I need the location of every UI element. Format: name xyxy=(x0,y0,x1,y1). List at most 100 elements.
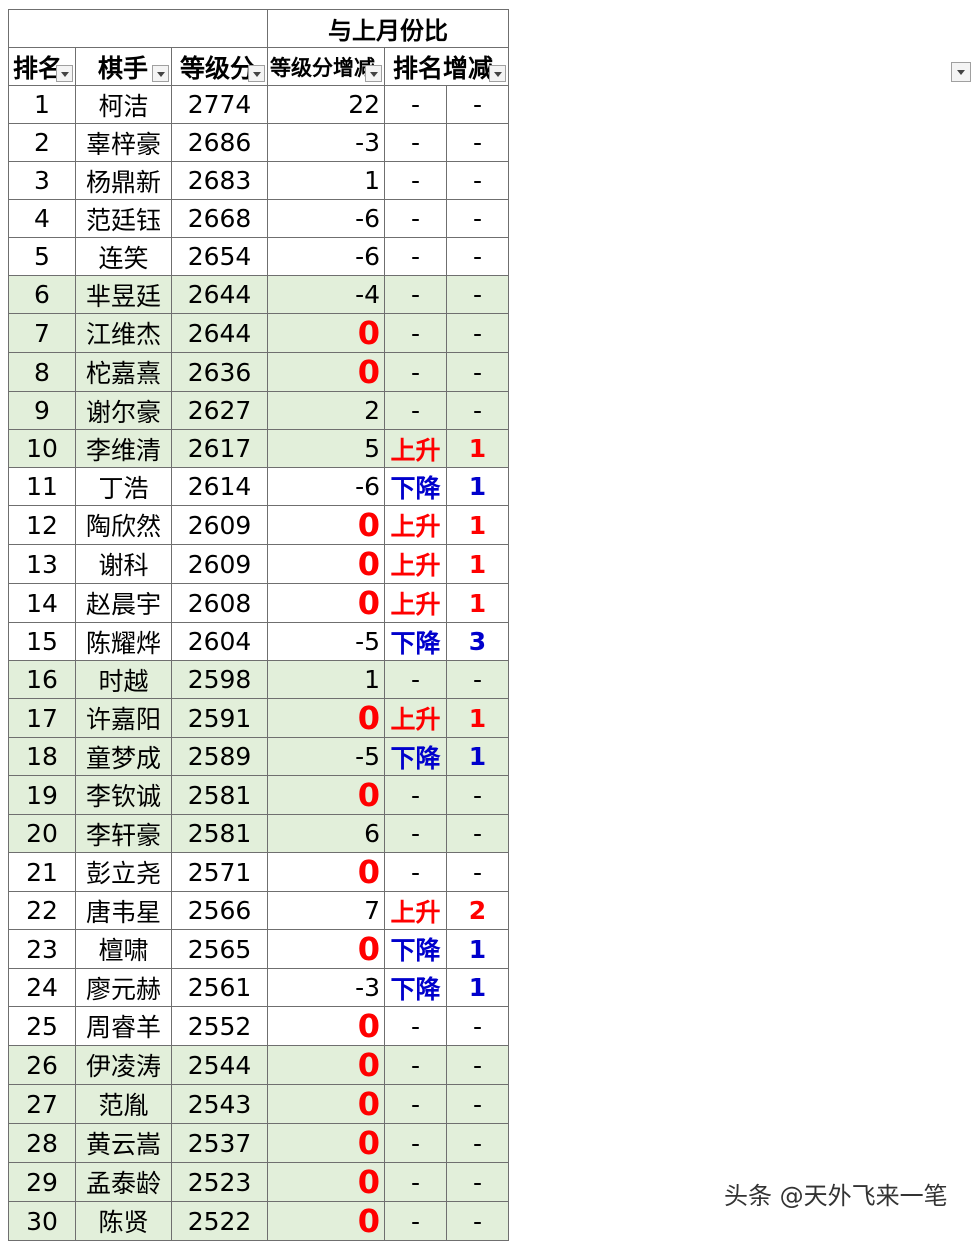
score-cell: 2537 xyxy=(171,1123,268,1163)
table-row: 8 柁嘉熹 2636 0- - xyxy=(8,352,509,392)
rank-direction-cell: 下降 xyxy=(384,929,447,969)
table-row: 9 谢尔豪 2627 2- - xyxy=(8,391,509,430)
score-change-cell: 0 xyxy=(267,852,385,892)
score-change-cell: -6 xyxy=(267,199,385,238)
score-change-cell: 0 xyxy=(267,1123,385,1163)
col-header-score-change: 等级分增减 xyxy=(267,47,385,86)
rank-change-cell: - xyxy=(446,275,509,314)
rank-direction-cell: - xyxy=(384,1201,447,1241)
score-change-cell: 0 xyxy=(267,505,385,545)
rank-direction-cell: 上升 xyxy=(384,698,447,738)
player-name-cell: 唐韦星 xyxy=(75,891,172,930)
score-change-cell: 0 xyxy=(267,544,385,584)
score-cell: 2566 xyxy=(171,891,268,930)
filter-dropdown-icon[interactable] xyxy=(56,65,73,82)
score-change-cell: 0 xyxy=(267,313,385,353)
player-name-cell: 范胤 xyxy=(75,1084,172,1124)
rank-cell: 20 xyxy=(8,814,76,853)
score-change-cell: 0 xyxy=(267,1006,385,1046)
player-name-cell: 赵晨宇 xyxy=(75,583,172,623)
rank-cell: 21 xyxy=(8,852,76,892)
player-name-cell: 陈耀烨 xyxy=(75,622,172,661)
rank-change-cell: - xyxy=(446,85,509,124)
col-header-score-change-label: 等级分增减 xyxy=(270,55,375,80)
rank-cell: 17 xyxy=(8,698,76,738)
rank-cell: 24 xyxy=(8,968,76,1007)
rank-direction-cell: - xyxy=(384,313,447,353)
col-header-rank-change-label: 排名增减 xyxy=(393,53,494,83)
score-cell: 2627 xyxy=(171,391,268,430)
filter-dropdown-icon[interactable] xyxy=(152,65,169,82)
player-name-cell: 辜梓豪 xyxy=(75,123,172,162)
score-change-cell: 0 xyxy=(267,1084,385,1124)
table-row: 25 周睿羊 2552 0- - xyxy=(8,1006,509,1046)
col-header-score: 等级分 xyxy=(171,47,268,86)
score-change-cell: 0 xyxy=(267,1201,385,1241)
rank-direction-cell: 上升 xyxy=(384,429,447,468)
table-row: 3 杨鼎新 2683 1- - xyxy=(8,161,509,200)
rank-direction-cell: - xyxy=(384,1162,447,1202)
score-cell: 2609 xyxy=(171,505,268,545)
rank-direction-cell: 上升 xyxy=(384,544,447,584)
score-cell: 2654 xyxy=(171,237,268,276)
table-row: 20 李轩豪 2581 6- - xyxy=(8,814,509,853)
player-name-cell: 李轩豪 xyxy=(75,814,172,853)
rank-direction-cell: 上升 xyxy=(384,583,447,623)
filter-dropdown-icon[interactable] xyxy=(248,65,265,82)
score-change-cell: -3 xyxy=(267,968,385,1007)
score-change-cell: -5 xyxy=(267,622,385,661)
score-cell: 2544 xyxy=(171,1045,268,1085)
rank-change-cell: - xyxy=(446,237,509,276)
table-row: 13 谢科 2609 0 上升 1 xyxy=(8,544,509,584)
rank-cell: 5 xyxy=(8,237,76,276)
player-name-cell: 丁浩 xyxy=(75,467,172,506)
rank-change-cell: 1 xyxy=(446,698,509,738)
score-cell: 2644 xyxy=(171,313,268,353)
player-name-cell: 黄云嵩 xyxy=(75,1123,172,1163)
rank-cell: 7 xyxy=(8,313,76,353)
player-name-cell: 芈昱廷 xyxy=(75,275,172,314)
table-row: 21 彭立尧 2571 0- - xyxy=(8,852,509,892)
score-cell: 2589 xyxy=(171,737,268,776)
score-cell: 2614 xyxy=(171,467,268,506)
score-cell: 2522 xyxy=(171,1201,268,1241)
rank-cell: 22 xyxy=(8,891,76,930)
filter-dropdown-icon[interactable] xyxy=(365,65,382,82)
score-change-cell: 7 xyxy=(267,891,385,930)
table-row: 24 廖元赫 2561 -3 下降 1 xyxy=(8,968,509,1007)
rank-cell: 23 xyxy=(8,929,76,969)
rank-direction-cell: 下降 xyxy=(384,968,447,1007)
score-change-cell: 0 xyxy=(267,583,385,623)
rank-direction-cell: - xyxy=(384,814,447,853)
table-row: 5 连笑 2654 -6- - xyxy=(8,237,509,276)
rank-change-cell: - xyxy=(446,199,509,238)
watermark: 头条 @天外飞来一笔 xyxy=(724,1182,948,1210)
player-name-cell: 周睿羊 xyxy=(75,1006,172,1046)
rank-direction-cell: - xyxy=(384,660,447,699)
rank-cell: 4 xyxy=(8,199,76,238)
rank-direction-cell: - xyxy=(384,123,447,162)
score-cell: 2523 xyxy=(171,1162,268,1202)
score-change-cell: -6 xyxy=(267,237,385,276)
rank-direction-cell: - xyxy=(384,352,447,392)
rank-cell: 29 xyxy=(8,1162,76,1202)
score-change-cell: -6 xyxy=(267,467,385,506)
score-cell: 2683 xyxy=(171,161,268,200)
rank-change-cell: 2 xyxy=(446,891,509,930)
player-name-cell: 杨鼎新 xyxy=(75,161,172,200)
filter-dropdown-icon[interactable] xyxy=(489,65,506,82)
rank-change-cell: 1 xyxy=(446,544,509,584)
score-cell: 2604 xyxy=(171,622,268,661)
filter-dropdown-icon[interactable] xyxy=(951,62,971,82)
score-cell: 2598 xyxy=(171,660,268,699)
score-change-cell: -5 xyxy=(267,737,385,776)
player-name-cell: 李维清 xyxy=(75,429,172,468)
table-row: 10 李维清 2617 5 上升 1 xyxy=(8,429,509,468)
rank-cell: 3 xyxy=(8,161,76,200)
player-name-cell: 范廷钰 xyxy=(75,199,172,238)
rank-change-cell: 1 xyxy=(446,467,509,506)
rank-direction-cell: - xyxy=(384,237,447,276)
score-change-cell: 22 xyxy=(267,85,385,124)
rank-cell: 27 xyxy=(8,1084,76,1124)
score-cell: 2591 xyxy=(171,698,268,738)
